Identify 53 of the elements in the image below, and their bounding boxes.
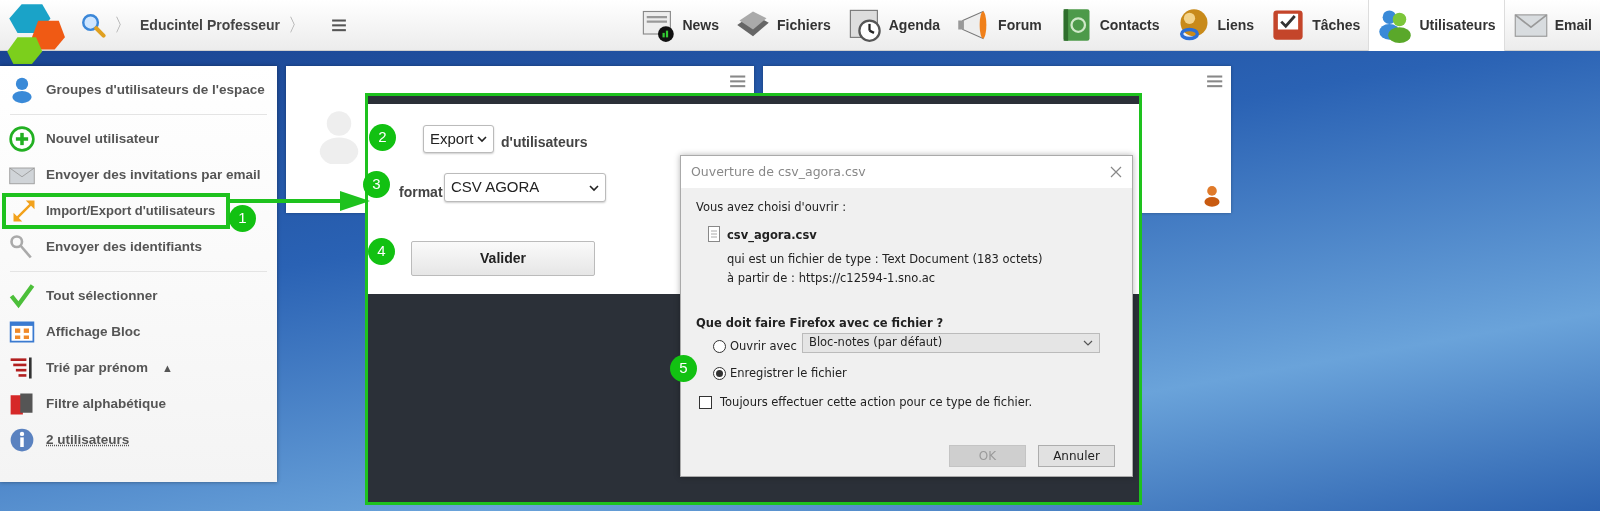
- sidebar-item[interactable]: Affichage Bloc: [0, 314, 277, 350]
- sidebar-item[interactable]: Nouvel utilisateur: [0, 121, 277, 157]
- users-icon: [1377, 7, 1414, 43]
- validate-button[interactable]: Valider: [411, 241, 595, 276]
- radio-button[interactable]: [713, 367, 726, 381]
- nav-tab[interactable]: Liens: [1167, 0, 1263, 51]
- info-icon: [8, 426, 36, 454]
- file-name: csv_agora.csv: [727, 227, 817, 245]
- nav-tab[interactable]: Tâches: [1262, 0, 1369, 51]
- search-icon: [80, 12, 106, 38]
- cancel-button[interactable]: Annuler: [1038, 445, 1115, 467]
- intro-text: Vous avez choisi d'ouvrir :: [696, 199, 847, 216]
- sidebar-item[interactable]: Tout sélectionner: [0, 278, 277, 314]
- sidebar-item[interactable]: Envoyer des identifiants: [0, 229, 277, 265]
- nav-tab[interactable]: Contacts: [1049, 0, 1168, 51]
- format-select[interactable]: CSV AGORA: [444, 173, 606, 202]
- sidebar-item[interactable]: 2 utilisateurs: [0, 422, 277, 458]
- format-label: format: [399, 183, 443, 202]
- app-select[interactable]: Bloc-notes (par défaut): [802, 333, 1100, 353]
- radio-button[interactable]: [713, 340, 726, 354]
- nav-tab[interactable]: Forum: [948, 0, 1050, 51]
- chevron-down-icon: [589, 183, 599, 192]
- nav-tab[interactable]: News: [632, 0, 728, 51]
- add-icon: [8, 125, 36, 153]
- nav-tab[interactable]: Fichiers: [727, 0, 839, 51]
- checkmark-icon: [8, 282, 36, 310]
- question-text: Que doit faire Firefox avec ce fichier ?: [696, 315, 944, 332]
- breadcrumb-separator: 〉: [114, 13, 132, 37]
- sidebar-item[interactable]: Envoyer des invitations par email: [0, 157, 277, 193]
- radio-option[interactable]: Enregistrer le fichier: [713, 365, 847, 383]
- nav-tab[interactable]: Agenda: [838, 0, 949, 51]
- checkbox-option[interactable]: Toujours effectuer cette action pour ce type de fichier.: [699, 394, 1033, 412]
- chevron-down-icon: [1083, 339, 1093, 347]
- breadcrumb-link[interactable]: Educintel Professeur: [140, 14, 281, 36]
- radio-option[interactable]: Ouvrir avec: [713, 338, 797, 356]
- sort-indicator: ▲: [162, 360, 173, 376]
- file-icon: [708, 226, 720, 242]
- file-type-text: qui est un fichier de type : Text Document (183 octets): [727, 251, 1043, 268]
- close-icon[interactable]: [1110, 166, 1122, 178]
- sidebar-item[interactable]: Trié par prénom ▲: [0, 350, 277, 386]
- nav-tab[interactable]: Email: [1504, 0, 1600, 51]
- checkbox[interactable]: [699, 396, 712, 410]
- nav-tab[interactable]: Utilisateurs: [1368, 0, 1505, 51]
- sidebar-item[interactable]: Groupes d'utilisateurs de l'espace: [0, 72, 277, 108]
- mode-select[interactable]: Export: [423, 125, 494, 153]
- mode-suffix-label: d'utilisateurs: [501, 133, 588, 152]
- sidebar-item[interactable]: Import/Export d'utilisateurs: [2, 193, 230, 229]
- sidebar-item[interactable]: Filtre alphabétique: [0, 386, 277, 422]
- source-label: à partir de :: [727, 270, 795, 287]
- dialog-title: Ouverture de csv_agora.csv: [691, 162, 866, 181]
- chevron-down-icon: [477, 135, 487, 143]
- breadcrumb-separator: 〉: [288, 13, 307, 37]
- source-url: https://c12594-1.sno.ac: [798, 270, 936, 287]
